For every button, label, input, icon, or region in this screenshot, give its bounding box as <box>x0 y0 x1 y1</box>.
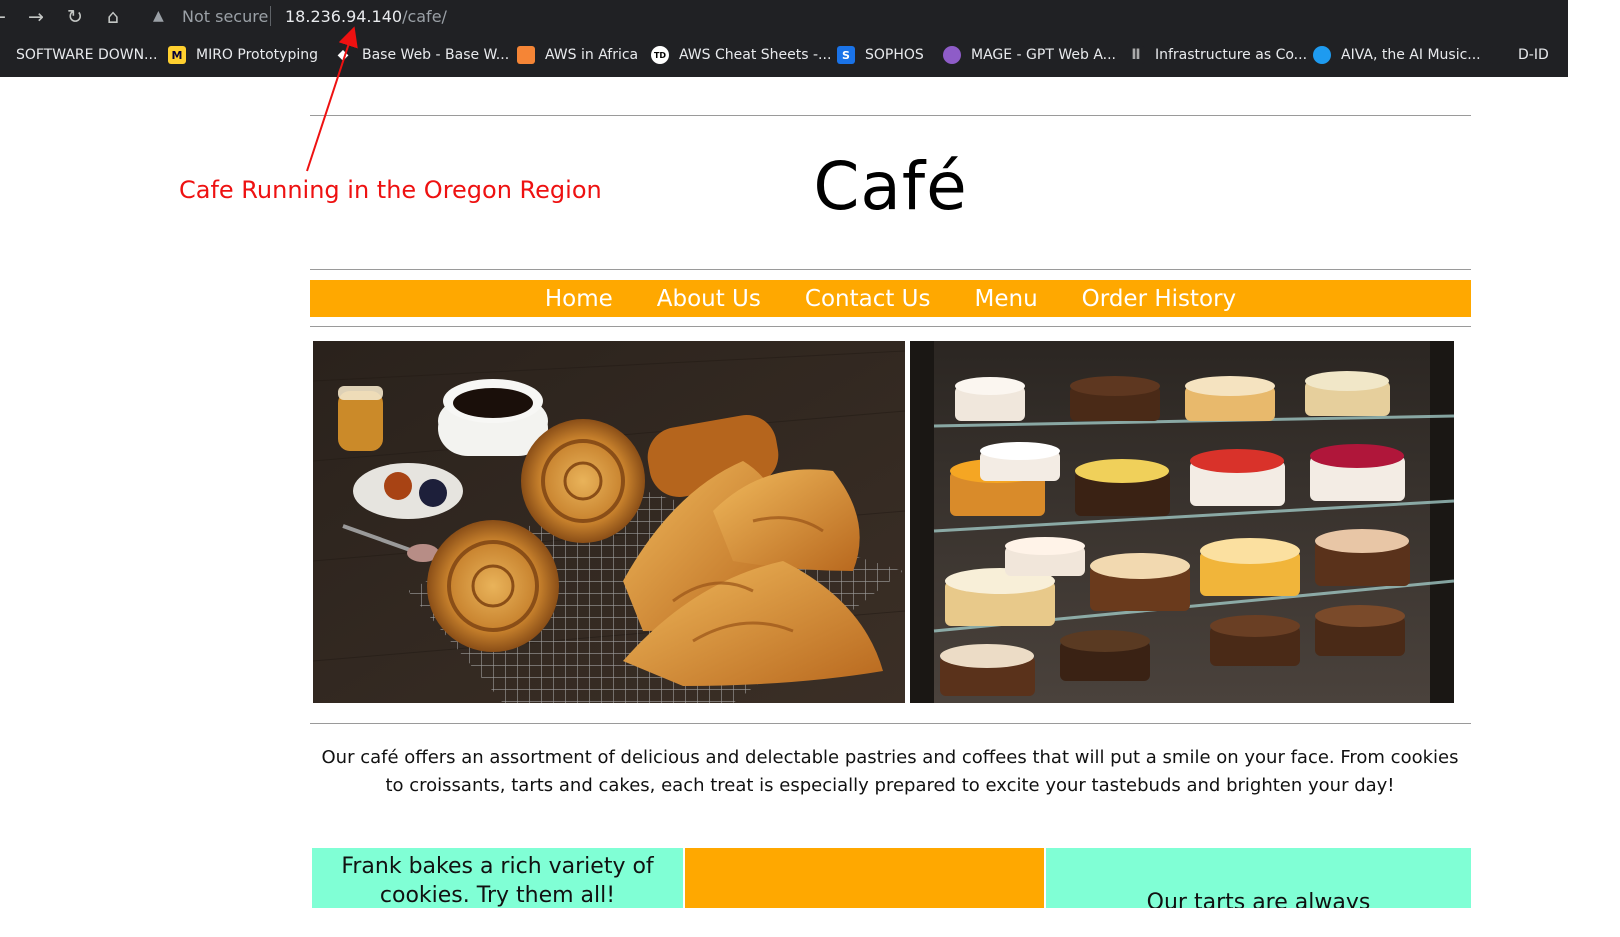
bookmark-mage[interactable]: MAGE - GPT Web A... <box>943 40 1116 70</box>
nav-menu[interactable]: Menu <box>975 286 1038 312</box>
url-host: 18.236.94.140 <box>285 7 403 26</box>
baseweb-icon: ◆ <box>334 46 352 64</box>
nav-contact-us[interactable]: Contact Us <box>805 286 931 312</box>
nav-home[interactable]: Home <box>545 286 613 312</box>
security-label[interactable]: Not secure <box>182 7 268 26</box>
bookmark-label: SOPHOS <box>865 47 924 63</box>
tarts-card: Our tarts are always <box>1046 848 1471 908</box>
browser-chrome: ← → ↻ ⌂ ▲ Not secure 18.236.94.140/cafe/… <box>0 0 1568 77</box>
divider <box>310 723 1471 724</box>
nav-about-us[interactable]: About Us <box>657 286 761 312</box>
aws-cube-icon <box>517 46 535 64</box>
hashicorp-icon: Ⅱ <box>1127 46 1145 64</box>
url-text[interactable]: 18.236.94.140/cafe/ <box>285 7 447 26</box>
bookmark-label: D-ID <box>1518 47 1549 63</box>
nav-order-history[interactable]: Order History <box>1082 286 1237 312</box>
address-row: ← → ↻ ⌂ ▲ Not secure 18.236.94.140/cafe/ <box>0 0 1568 34</box>
aiva-icon <box>1313 46 1331 64</box>
bookmark-label: Infrastructure as Co... <box>1155 47 1308 63</box>
cake-display-case-photo <box>910 341 1454 703</box>
bookmark-label: SOFTWARE DOWN... <box>16 47 158 63</box>
card-text: Our tarts are always <box>1146 890 1371 908</box>
divider <box>310 269 1471 270</box>
annotation-label: Cafe Running in the Oregon Region <box>179 176 602 204</box>
warning-triangle-icon[interactable]: ▲ <box>153 8 164 24</box>
back-icon[interactable]: ← <box>0 5 10 29</box>
bookmark-miro[interactable]: M MIRO Prototyping <box>168 40 318 70</box>
divider <box>310 115 1471 116</box>
cookies-card: Frank bakes a rich variety of cookies. T… <box>312 848 683 908</box>
bookmark-base-web[interactable]: ◆ Base Web - Base W... <box>334 40 509 70</box>
main-nav: Home About Us Contact Us Menu Order Hist… <box>310 280 1471 317</box>
pastries-and-coffee-photo <box>313 341 905 703</box>
bookmark-d-id[interactable]: D-ID <box>1490 40 1549 70</box>
bookmark-label: AIVA, the AI Music... <box>1341 47 1481 63</box>
bookmark-label: AWS Cheat Sheets -... <box>679 47 832 63</box>
td-icon: TD <box>651 46 669 64</box>
card-text: Frank bakes a rich variety of cookies. T… <box>341 854 654 908</box>
intro-text: Our café offers an assortment of delicio… <box>321 747 1459 796</box>
bookmark-infrastructure[interactable]: Ⅱ Infrastructure as Co... <box>1127 40 1307 70</box>
home-icon[interactable]: ⌂ <box>101 5 125 29</box>
miro-icon: M <box>168 46 186 64</box>
forward-icon[interactable]: → <box>24 5 48 29</box>
reload-icon[interactable]: ↻ <box>63 5 87 29</box>
feature-card <box>685 848 1044 908</box>
mage-icon <box>943 46 961 64</box>
bookmarks-bar: SOFTWARE DOWN... M MIRO Prototyping ◆ Ba… <box>0 40 1568 70</box>
divider <box>310 326 1471 327</box>
d-id-icon <box>1490 46 1500 64</box>
sophos-icon: S <box>837 46 855 64</box>
bookmark-label: MAGE - GPT Web A... <box>971 47 1117 63</box>
bookmark-sophos[interactable]: S SOPHOS <box>837 40 924 70</box>
url-path: /cafe/ <box>402 7 447 26</box>
bookmark-software-downloads[interactable]: SOFTWARE DOWN... <box>0 40 157 70</box>
bookmark-label: AWS in Africa <box>545 47 639 63</box>
bookmark-label: Base Web - Base W... <box>362 47 510 63</box>
address-separator <box>270 6 271 26</box>
bookmark-aws-africa[interactable]: AWS in Africa <box>517 40 638 70</box>
bookmark-aws-cheat-sheets[interactable]: TD AWS Cheat Sheets -... <box>651 40 831 70</box>
bookmark-label: MIRO Prototyping <box>196 47 318 63</box>
bookmark-aiva[interactable]: AIVA, the AI Music... <box>1313 40 1481 70</box>
